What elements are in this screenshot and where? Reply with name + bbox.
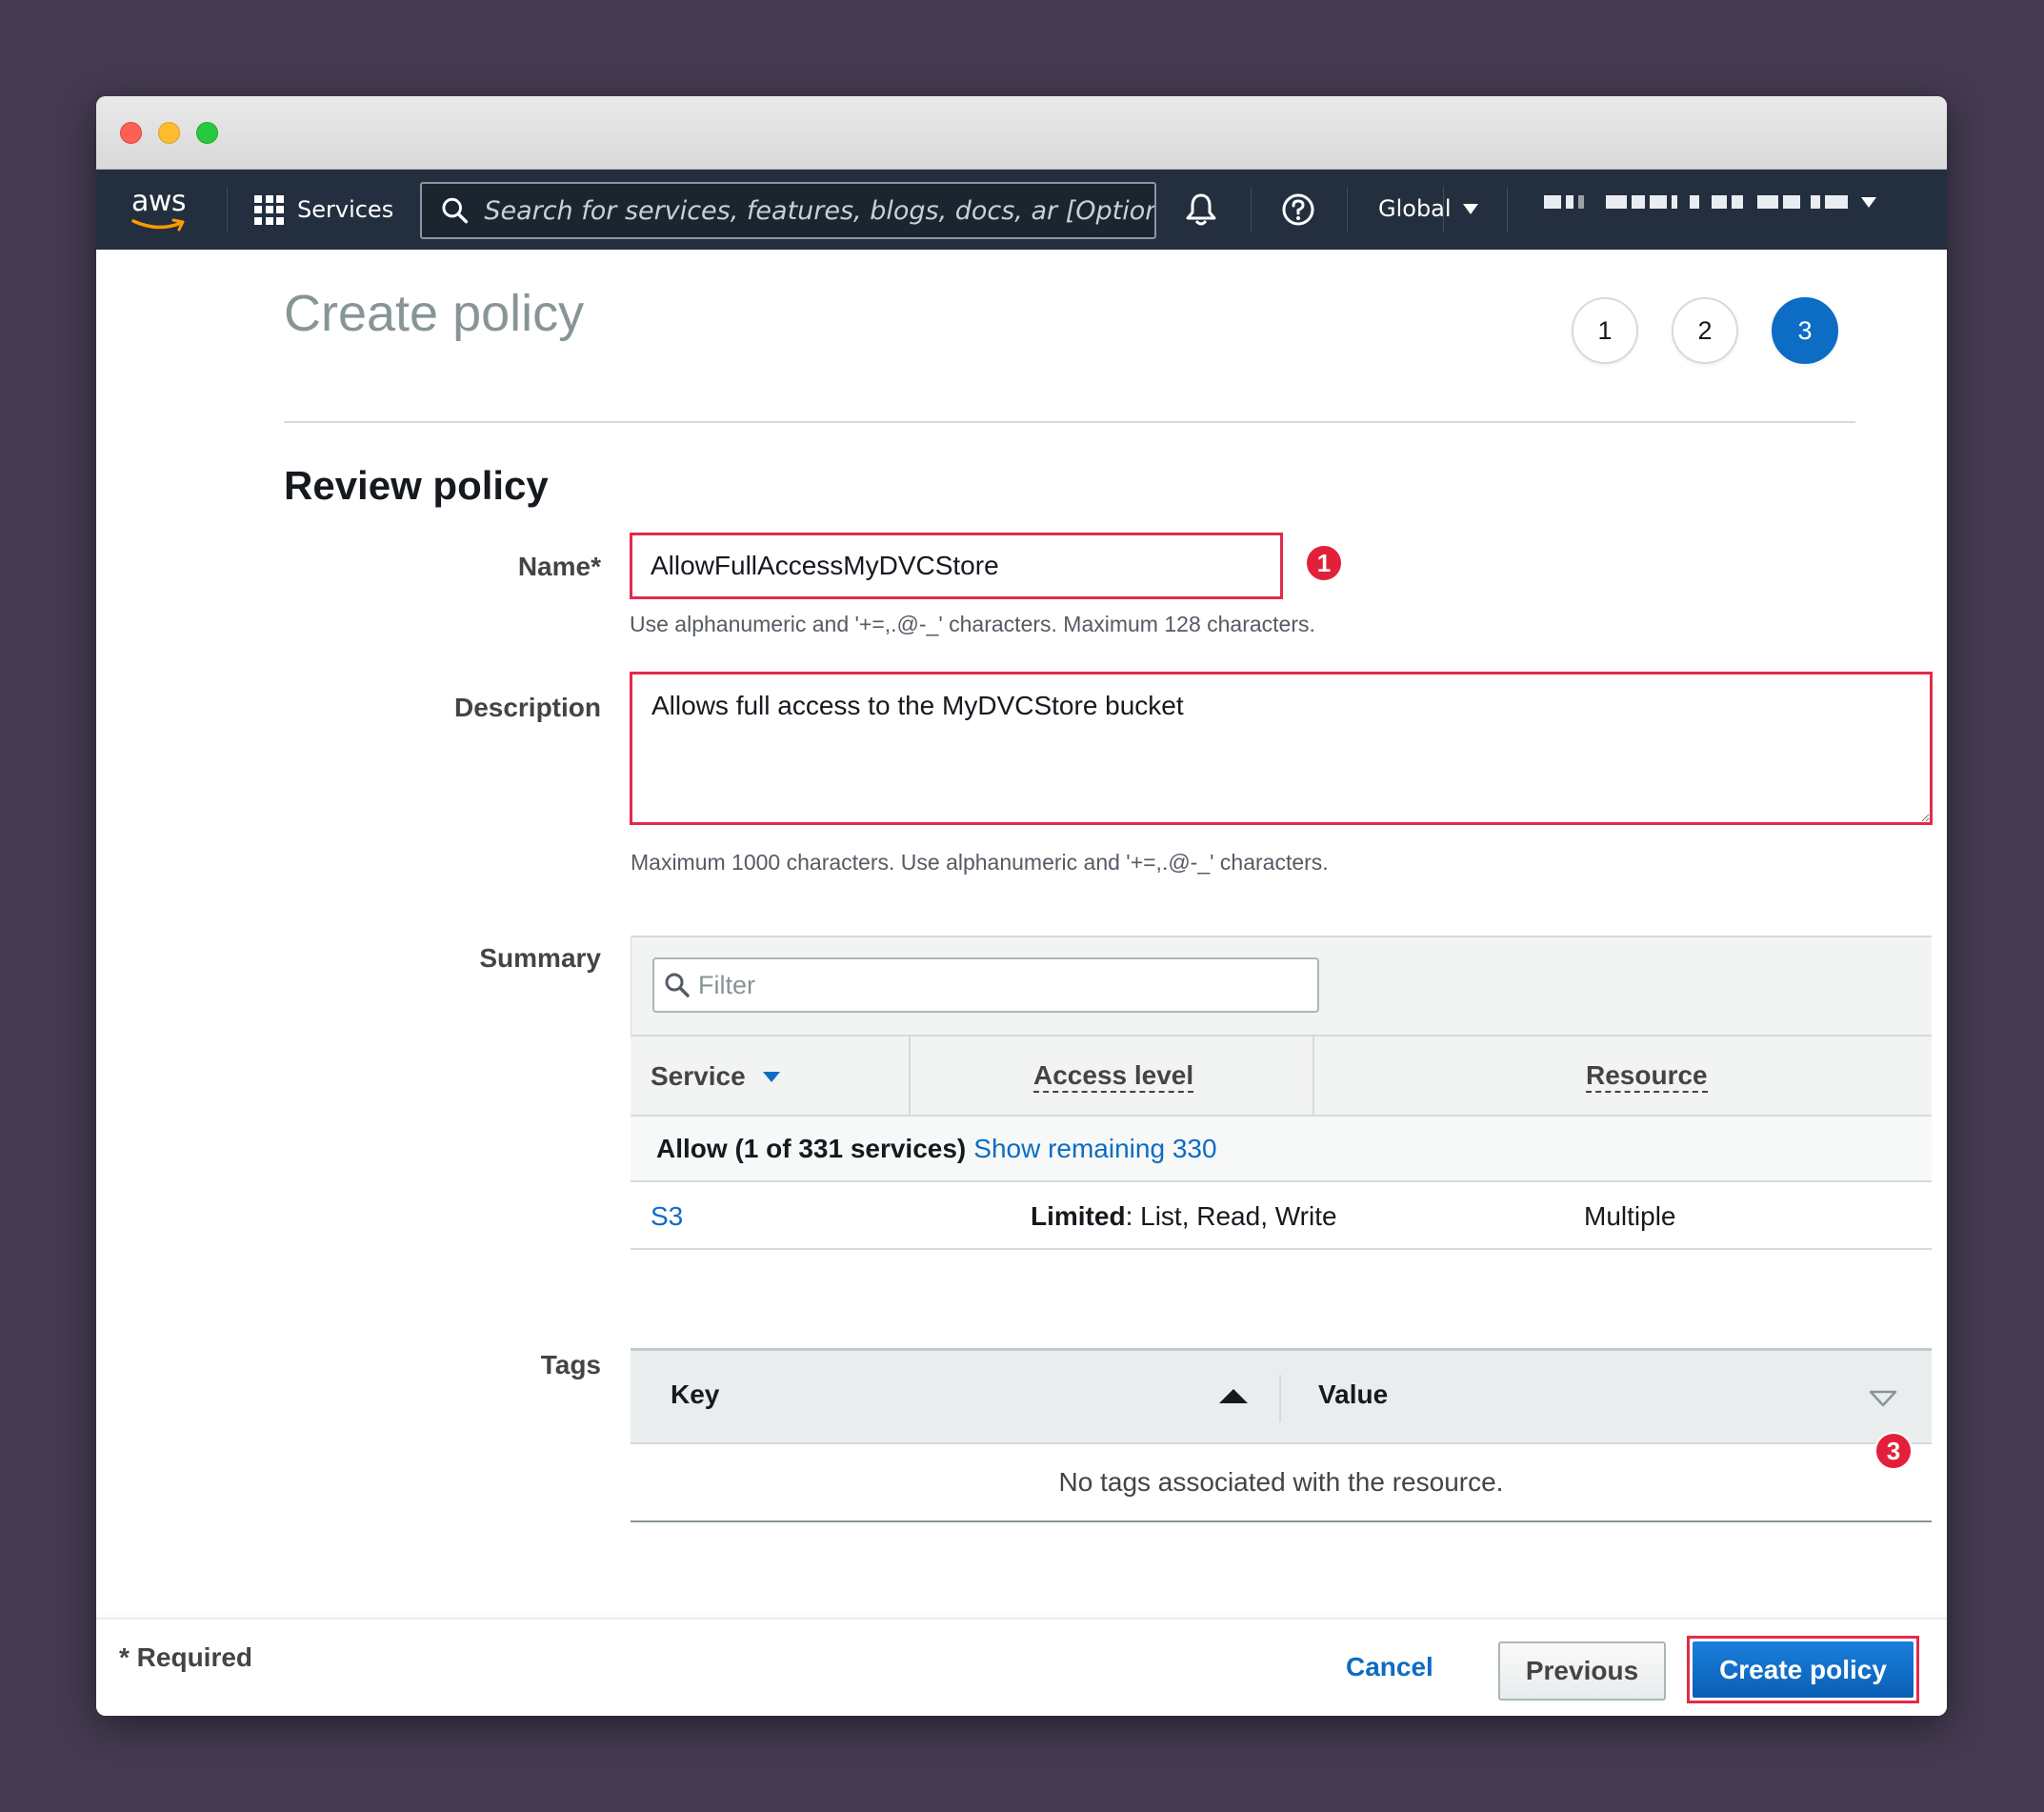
column-header-service[interactable]: Service <box>651 1037 780 1117</box>
column-header-resource[interactable]: Resource <box>1586 1037 1708 1117</box>
summary-table: Service Access level Resource Allow (1 o… <box>631 936 1932 1250</box>
column-header-label: Access level <box>1033 1060 1194 1094</box>
annotation-badge-1: 1 <box>1305 544 1343 582</box>
chevron-down-icon <box>1462 203 1478 214</box>
search-icon <box>665 973 690 997</box>
column-header-label: Service <box>651 1061 746 1091</box>
global-search[interactable] <box>420 182 1156 239</box>
sort-down-icon <box>762 1071 780 1082</box>
region-selector[interactable]: Global <box>1378 195 1478 222</box>
filter-input[interactable] <box>698 970 1308 1000</box>
column-divider <box>1313 1037 1314 1117</box>
step-indicator-2: 2 <box>1672 297 1738 364</box>
page-title: Create policy <box>284 285 585 342</box>
column-header-label: Resource <box>1586 1060 1708 1094</box>
region-label: Global <box>1378 195 1452 222</box>
tags-empty-message: No tags associated with the resource. <box>631 1444 1932 1522</box>
sort-down-outline-icon[interactable] <box>1869 1390 1897 1407</box>
sort-up-icon[interactable] <box>1219 1389 1248 1403</box>
column-header-key[interactable]: Key <box>671 1379 719 1410</box>
column-header-access-level[interactable]: Access level <box>1033 1037 1194 1117</box>
previous-button[interactable]: Previous <box>1498 1641 1666 1701</box>
nav-divider <box>1507 187 1508 232</box>
summary-label: Summary <box>479 943 601 973</box>
nav-divider <box>227 187 228 232</box>
tags-header-row: Key Value <box>631 1351 1932 1444</box>
access-level-detail: : List, Read, Write <box>1125 1201 1337 1231</box>
create-policy-label: Create policy <box>1693 1641 1914 1698</box>
allow-group-text: Allow (1 of 331 services) <box>656 1133 967 1163</box>
account-name-redacted <box>1544 195 1848 209</box>
tags-table: Key Value No tags associated with the re… <box>631 1348 1932 1522</box>
main-content: Create policy 1 2 3 Review policy Name* … <box>96 250 1947 1618</box>
annotation-badge-2: 2 <box>1946 721 1947 759</box>
summary-header-row: Service Access level Resource <box>631 1035 1932 1117</box>
search-input[interactable] <box>484 195 1154 226</box>
account-menu[interactable] <box>1544 195 1876 209</box>
name-hint: Use alphanumeric and '+=,.@-_' character… <box>630 612 1315 636</box>
access-level-cell: Limited: List, Read, Write <box>1031 1201 1337 1232</box>
services-label: Services <box>297 196 394 223</box>
help-icon[interactable] <box>1281 192 1315 231</box>
table-row: S3 Limited: List, Read, Write Multiple <box>631 1182 1932 1250</box>
bell-icon[interactable] <box>1185 192 1217 231</box>
required-note: * Required <box>119 1642 253 1672</box>
service-link-s3[interactable]: S3 <box>651 1201 683 1232</box>
chevron-down-icon <box>1861 196 1876 208</box>
nav-divider <box>1251 187 1252 232</box>
aws-smile-icon <box>131 218 185 232</box>
column-header-value[interactable]: Value <box>1318 1379 1388 1410</box>
resource-cell: Multiple <box>1584 1201 1676 1231</box>
nav-divider <box>1347 187 1348 232</box>
cancel-button[interactable]: Cancel <box>1346 1652 1433 1682</box>
description-label: Description <box>453 693 601 722</box>
column-divider <box>1279 1375 1281 1422</box>
services-menu-button[interactable]: Services <box>254 189 393 231</box>
policy-name-input[interactable] <box>630 533 1283 599</box>
show-remaining-link[interactable]: Show remaining 330 <box>973 1134 1216 1164</box>
window-titlebar <box>96 96 1947 170</box>
maximize-window-button[interactable] <box>196 122 218 144</box>
annotation-badge-3: 3 <box>1874 1432 1913 1470</box>
section-title: Review policy <box>284 463 549 508</box>
browser-window: aws Services Search for services, featur… <box>96 96 1947 1716</box>
allow-group-row: Allow (1 of 331 services) Show remaining… <box>631 1117 1932 1182</box>
policy-description-textarea[interactable]: Allows full access to the MyDVCStore buc… <box>630 672 1933 825</box>
tags-label: Tags <box>540 1350 601 1379</box>
aws-logo[interactable]: aws <box>130 183 192 236</box>
search-icon <box>442 197 469 224</box>
summary-toolbar <box>631 937 1932 1035</box>
aws-top-navigation: aws Services Search for services, featur… <box>96 170 1947 250</box>
create-policy-button[interactable]: Create policy <box>1687 1636 1919 1703</box>
page-footer: * Required Cancel Previous Create policy <box>96 1618 1947 1716</box>
minimize-window-button[interactable] <box>158 122 180 144</box>
services-grid-icon <box>254 194 284 225</box>
aws-logo-text: aws <box>131 185 187 218</box>
header-divider <box>284 421 1855 423</box>
column-divider <box>909 1037 911 1117</box>
close-window-button[interactable] <box>120 122 142 144</box>
access-level-bold: Limited <box>1031 1201 1126 1231</box>
step-indicator-3-active: 3 <box>1772 297 1838 364</box>
step-indicator-1: 1 <box>1572 297 1638 364</box>
description-hint: Maximum 1000 characters. Use alphanumeri… <box>631 850 1329 875</box>
name-label: Name* <box>517 552 601 581</box>
filter-box[interactable] <box>652 957 1319 1013</box>
